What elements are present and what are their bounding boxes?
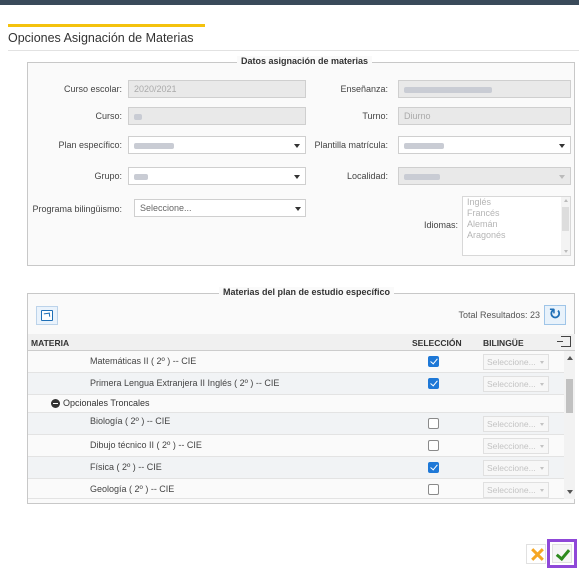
grupo-label: Grupo: <box>94 171 122 181</box>
bilingue-select: Seleccione... <box>483 354 549 370</box>
turno-label: Turno: <box>362 111 388 121</box>
idioma-option[interactable]: Alemán <box>463 219 570 230</box>
bilingue-select: Seleccione... <box>483 376 549 392</box>
curso-label: Curso: <box>95 111 122 121</box>
materia-name: Física ( 2º ) -- CIE <box>90 462 162 472</box>
scroll-down-icon[interactable] <box>564 250 568 253</box>
scroll-up-icon[interactable] <box>567 356 573 360</box>
accept-button-highlight <box>547 539 577 568</box>
materia-name: Biología ( 2º ) -- CIE <box>90 416 171 426</box>
seleccion-checkbox[interactable] <box>428 440 439 451</box>
export-icon <box>41 310 53 321</box>
plan-especifico-label: Plan específico: <box>58 140 122 150</box>
localidad-select <box>398 167 571 185</box>
grupo-select[interactable] <box>128 167 306 185</box>
datos-legend: Datos asignación de materias <box>237 56 373 66</box>
curso-escolar-label: Curso escolar: <box>63 84 122 94</box>
refresh-icon: ↻ <box>548 306 562 323</box>
table-row: Física ( 2º ) -- CIE Seleccione... <box>28 457 564 479</box>
idiomas-listbox[interactable]: Inglés Francés Alemán Aragonés <box>462 196 571 256</box>
seleccion-checkbox[interactable] <box>428 378 439 389</box>
table-row: Geología ( 2º ) -- CIE Seleccione... <box>28 479 564 499</box>
group-row[interactable]: Opcionales Troncales <box>28 395 564 413</box>
table-header: MATERIA SELECCIÓN BILINGÜE <box>28 334 575 351</box>
chevron-down-icon[interactable] <box>554 137 570 153</box>
idiomas-scrollbar[interactable] <box>561 197 570 255</box>
plantilla-matricula-select[interactable] <box>398 136 571 154</box>
idiomas-label: Idiomas: <box>423 220 458 230</box>
scroll-thumb[interactable] <box>566 379 573 413</box>
table-scrollbar[interactable] <box>564 351 575 499</box>
cancel-button[interactable] <box>526 544 546 564</box>
redacted-value <box>404 173 440 180</box>
materias-legend: Materias del plan de estudio específico <box>219 287 395 297</box>
localidad-label: Localidad: <box>346 171 388 181</box>
materia-name: Dibujo técnico II ( 2º ) -- CIE <box>90 440 202 450</box>
programa-bilinguismo-select[interactable]: Seleccione... <box>134 199 306 217</box>
chevron-down-icon <box>554 168 570 184</box>
ensenanza-label: Enseñanza: <box>340 84 388 94</box>
bilingue-select: Seleccione... <box>483 416 549 432</box>
group-name: Opcionales Troncales <box>63 398 150 408</box>
expand-icon[interactable] <box>557 336 571 347</box>
window-top-bar <box>0 0 579 5</box>
title-accent-bar <box>8 24 205 27</box>
redacted-value <box>134 113 142 120</box>
title-divider <box>8 50 579 51</box>
seleccion-checkbox[interactable] <box>428 418 439 429</box>
collapse-icon[interactable] <box>51 399 60 408</box>
plan-especifico-select[interactable] <box>128 136 306 154</box>
table-row: Biología ( 2º ) -- CIE Seleccione... <box>28 413 564 435</box>
programa-bilinguismo-label: Programa bilingüismo: <box>32 204 122 214</box>
scroll-up-icon[interactable] <box>564 199 568 202</box>
column-header-materia[interactable]: MATERIA <box>31 338 69 348</box>
bilingue-select: Seleccione... <box>483 460 549 476</box>
refresh-button[interactable]: ↻ <box>544 305 566 325</box>
seleccion-checkbox[interactable] <box>428 462 439 473</box>
idioma-option[interactable]: Francés <box>463 208 570 219</box>
table-row: Primera Lengua Extranjera II Inglés ( 2º… <box>28 373 564 395</box>
redacted-value <box>134 173 148 180</box>
total-resultados: Total Resultados: 23 <box>458 310 540 320</box>
table-row: Dibujo técnico II ( 2º ) -- CIE Seleccio… <box>28 435 564 457</box>
column-header-seleccion[interactable]: SELECCIÓN <box>412 338 462 348</box>
seleccion-checkbox[interactable] <box>428 484 439 495</box>
chevron-down-icon[interactable] <box>290 200 306 216</box>
idioma-option[interactable]: Inglés <box>463 197 570 208</box>
column-header-bilingue[interactable]: BILINGÜE <box>483 338 524 348</box>
scroll-thumb[interactable] <box>562 207 569 231</box>
scroll-down-icon[interactable] <box>567 490 573 494</box>
curso-escolar-field: 2020/2021 <box>128 80 306 98</box>
materia-name: Geología ( 2º ) -- CIE <box>90 484 175 494</box>
export-button[interactable] <box>36 306 58 325</box>
redacted-value <box>404 142 444 149</box>
table-row: Matemáticas II ( 2º ) -- CIE Seleccione.… <box>28 351 564 373</box>
curso-field <box>128 107 306 125</box>
turno-field: Diurno <box>398 107 571 125</box>
seleccion-checkbox[interactable] <box>428 356 439 367</box>
bilingue-select: Seleccione... <box>483 438 549 454</box>
bilingue-select: Seleccione... <box>483 482 549 498</box>
ensenanza-field <box>398 80 571 98</box>
redacted-value <box>404 86 492 93</box>
materia-name: Primera Lengua Extranjera II Inglés ( 2º… <box>90 378 280 388</box>
idioma-option[interactable]: Aragonés <box>463 230 570 241</box>
accept-button[interactable] <box>552 544 572 563</box>
materia-name: Matemáticas II ( 2º ) -- CIE <box>90 356 197 366</box>
redacted-value <box>134 142 174 149</box>
plantilla-matricula-label: Plantilla matrícula: <box>314 140 388 150</box>
dialog-title: Opciones Asignación de Materias <box>8 31 194 45</box>
